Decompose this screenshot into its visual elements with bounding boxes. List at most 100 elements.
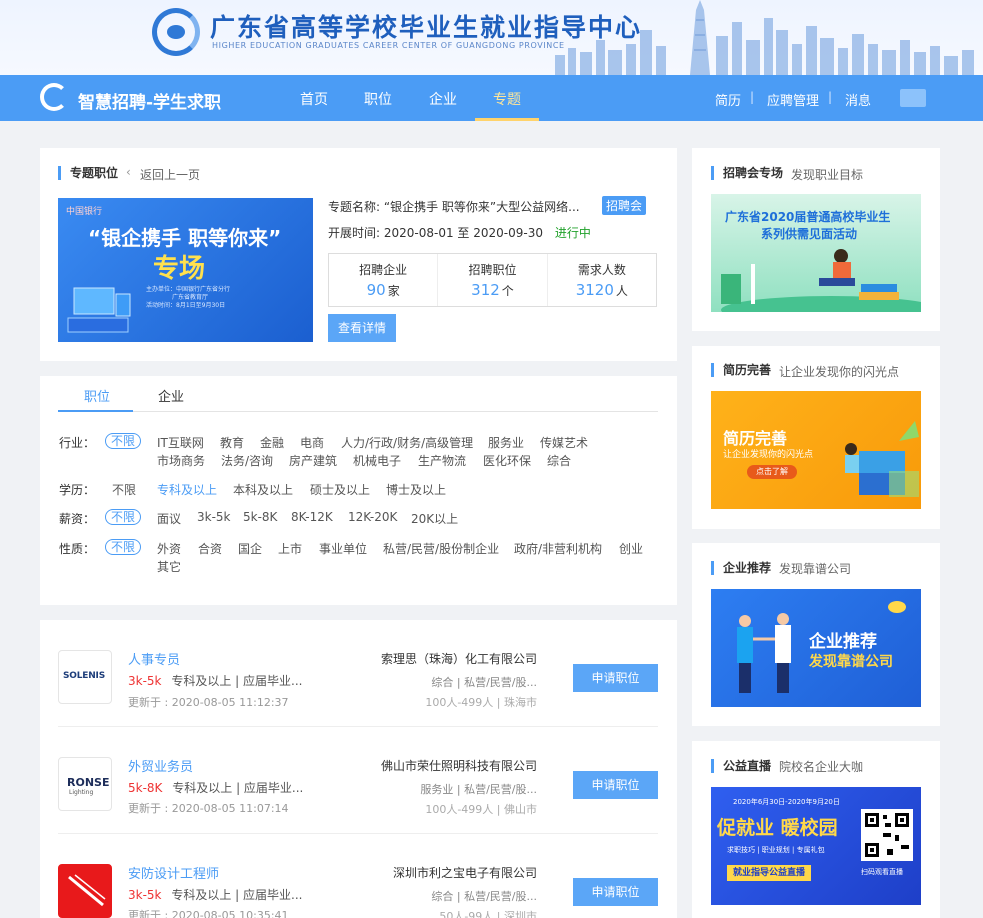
company-logo[interactable]: SOLENIS (58, 650, 112, 704)
nav-item-home[interactable]: 首页 (300, 89, 328, 109)
topic-date-row: 开展时间: 2020-08-01 至 2020-09-30 进行中 (328, 224, 591, 241)
filter-option[interactable]: 国企 (238, 540, 262, 557)
topic-poster[interactable]: 中国银行 “银企携手 职等你来” 专场 主办单位：中国银行广东省分行 广东省教育… (58, 198, 313, 342)
job-requirement: 专科及以上 | 应届毕业... (171, 888, 303, 902)
filter-option[interactable]: 人力/行政/财务/高级管理 (341, 434, 473, 451)
job-salary: 3k-5k (128, 888, 162, 902)
filter-option[interactable]: 政府/非营利机构 (514, 540, 602, 557)
filter-option[interactable]: 8K-12K (291, 510, 333, 524)
filter-option[interactable]: 创业 (619, 540, 643, 557)
sidebar-card-livestream: 公益直播 院校名企业大咖 2020年6月30日-2020年9月20日 促就业 暖… (692, 741, 940, 918)
section-title: 专题职位 (58, 166, 118, 180)
filter-option[interactable]: 5k-8K (243, 510, 277, 524)
job-title[interactable]: 安防设计工程师 (128, 863, 219, 882)
company-logo[interactable]: RONSE Lighting (58, 757, 112, 811)
stat-label: 招聘企业 (359, 263, 408, 277)
filter-option[interactable]: 上市 (278, 540, 302, 557)
filter-option[interactable]: IT互联网 (157, 434, 204, 451)
handshake-illustration-icon (737, 613, 791, 693)
filter-option[interactable]: 生产物流 (418, 452, 466, 469)
job-title[interactable]: 外贸业务员 (128, 756, 193, 775)
stat-unit: 家 (387, 284, 400, 298)
banner-heading: 企业推荐 (809, 632, 877, 652)
filter-option[interactable]: 综合 (547, 452, 571, 469)
tab-companies[interactable]: 企业 (158, 386, 184, 405)
company-logo[interactable] (58, 864, 112, 918)
sidebar-subtitle: 发现职业目标 (791, 168, 864, 182)
filter-option[interactable]: 外资 (157, 540, 181, 557)
stat-companies: 招聘企业 90 家 (329, 254, 437, 306)
filter-option[interactable]: 市场商务 (157, 452, 205, 469)
tab-active-indicator (58, 410, 133, 412)
apply-button[interactable]: 申请职位 (573, 771, 658, 799)
filter-option[interactable]: 不限 (112, 481, 136, 498)
filter-option[interactable]: 不限 (105, 539, 142, 555)
job-requirement: 专科及以上 | 应届毕业... (171, 674, 303, 688)
filter-option-selected[interactable]: 专科及以上 (157, 481, 217, 498)
company-size: 50人-99人 | 深圳市 (439, 910, 537, 918)
back-chevron-icon[interactable]: ‹ (126, 165, 131, 179)
company-name[interactable]: 索理思（珠海）化工有限公司 (381, 650, 537, 667)
stat-value: 90 (366, 281, 386, 299)
avatar[interactable] (900, 89, 926, 107)
filter-option[interactable]: 法务/咨询 (221, 452, 273, 469)
job-updated: 更新于 : 2020-08-05 11:12:37 (128, 696, 289, 709)
study-illustration-icon (845, 421, 919, 497)
filter-option[interactable]: 不限 (105, 509, 142, 525)
nav-item-jobs[interactable]: 职位 (364, 89, 392, 109)
apply-button[interactable]: 申请职位 (573, 664, 658, 692)
filter-option[interactable]: 合资 (198, 540, 222, 557)
companies-banner[interactable]: 企业推荐 发现靠谱公司 (711, 589, 921, 707)
filter-label-salary: 薪资： (59, 512, 96, 526)
nav-item-applications[interactable]: 应聘管理 (767, 90, 819, 109)
filter-option[interactable]: 20K以上 (411, 510, 458, 527)
back-link[interactable]: 返回上一页 (140, 166, 200, 183)
company-name[interactable]: 佛山市荣仕照明科技有限公司 (381, 757, 537, 774)
filter-option[interactable]: 其它 (157, 558, 181, 575)
poster-info-line: 活动时间：8月1日至9月30日 (146, 302, 226, 309)
filter-option[interactable]: 3k-5k (197, 510, 231, 524)
tab-positions[interactable]: 职位 (84, 386, 110, 405)
fairs-banner[interactable]: 广东省2020届普通高校毕业生 系列供需见面活动 (711, 194, 921, 312)
city-skyline-icon (555, 0, 974, 75)
filter-option[interactable]: 博士及以上 (386, 481, 446, 498)
filter-option[interactable]: 金融 (260, 434, 284, 451)
company-industry: 综合 | 私营/民营/股... (431, 676, 537, 689)
filter-option[interactable]: 机械电子 (353, 452, 401, 469)
poster-bank-name: 中国银行 (66, 207, 103, 217)
filter-option[interactable]: 事业单位 (319, 540, 367, 557)
stat-unit: 个 (501, 284, 514, 298)
learn-more-button[interactable]: 点击了解 (747, 465, 797, 479)
filter-option[interactable]: 12K-20K (348, 510, 397, 524)
filter-option[interactable]: 传媒艺术 (540, 434, 588, 451)
company-name[interactable]: 深圳市利之宝电子有限公司 (393, 864, 537, 881)
nav-item-resume[interactable]: 简历 (715, 90, 741, 109)
filter-option[interactable]: 房产建筑 (289, 452, 337, 469)
job-list: SOLENIS 人事专员 3k-5k 专科及以上 | 应届毕业... 更新于 :… (40, 620, 677, 918)
stat-label: 需求人数 (577, 263, 626, 277)
filter-option[interactable]: 私营/民营/股份制企业 (383, 540, 499, 557)
banner-button: 就业指导公益直播 (727, 865, 812, 881)
nav-item-messages[interactable]: 消息 (845, 90, 871, 109)
banner-line: 求职技巧 | 职业规划 | 专属礼包 (727, 846, 825, 854)
company-logo-text: RONSE (67, 776, 110, 789)
nav-item-companies[interactable]: 企业 (429, 89, 457, 109)
filter-option[interactable]: 硕士及以上 (310, 481, 370, 498)
row-divider (58, 833, 658, 834)
filter-option[interactable]: 教育 (220, 434, 244, 451)
job-title[interactable]: 人事专员 (128, 649, 180, 668)
filter-option[interactable]: 不限 (105, 433, 142, 449)
resume-banner[interactable]: 简历完善 让企业发现你的闪光点 点击了解 (711, 391, 921, 509)
device-illustration-icon (67, 287, 131, 333)
filter-option[interactable]: 面议 (157, 510, 181, 527)
view-details-button[interactable]: 查看详情 (328, 314, 396, 342)
filter-option[interactable]: 医化环保 (483, 452, 531, 469)
qr-code-icon[interactable] (861, 809, 913, 861)
nav-item-topics[interactable]: 专题 (493, 89, 521, 109)
filter-option[interactable]: 本科及以上 (233, 481, 293, 498)
filter-option[interactable]: 电商 (300, 434, 324, 451)
livestream-banner[interactable]: 2020年6月30日-2020年9月20日 促就业 暖校园 求职技巧 | 职业规… (711, 787, 921, 905)
company-logo-subtext: Lighting (69, 789, 94, 796)
filter-option[interactable]: 服务业 (488, 434, 524, 451)
apply-button[interactable]: 申请职位 (573, 878, 658, 906)
